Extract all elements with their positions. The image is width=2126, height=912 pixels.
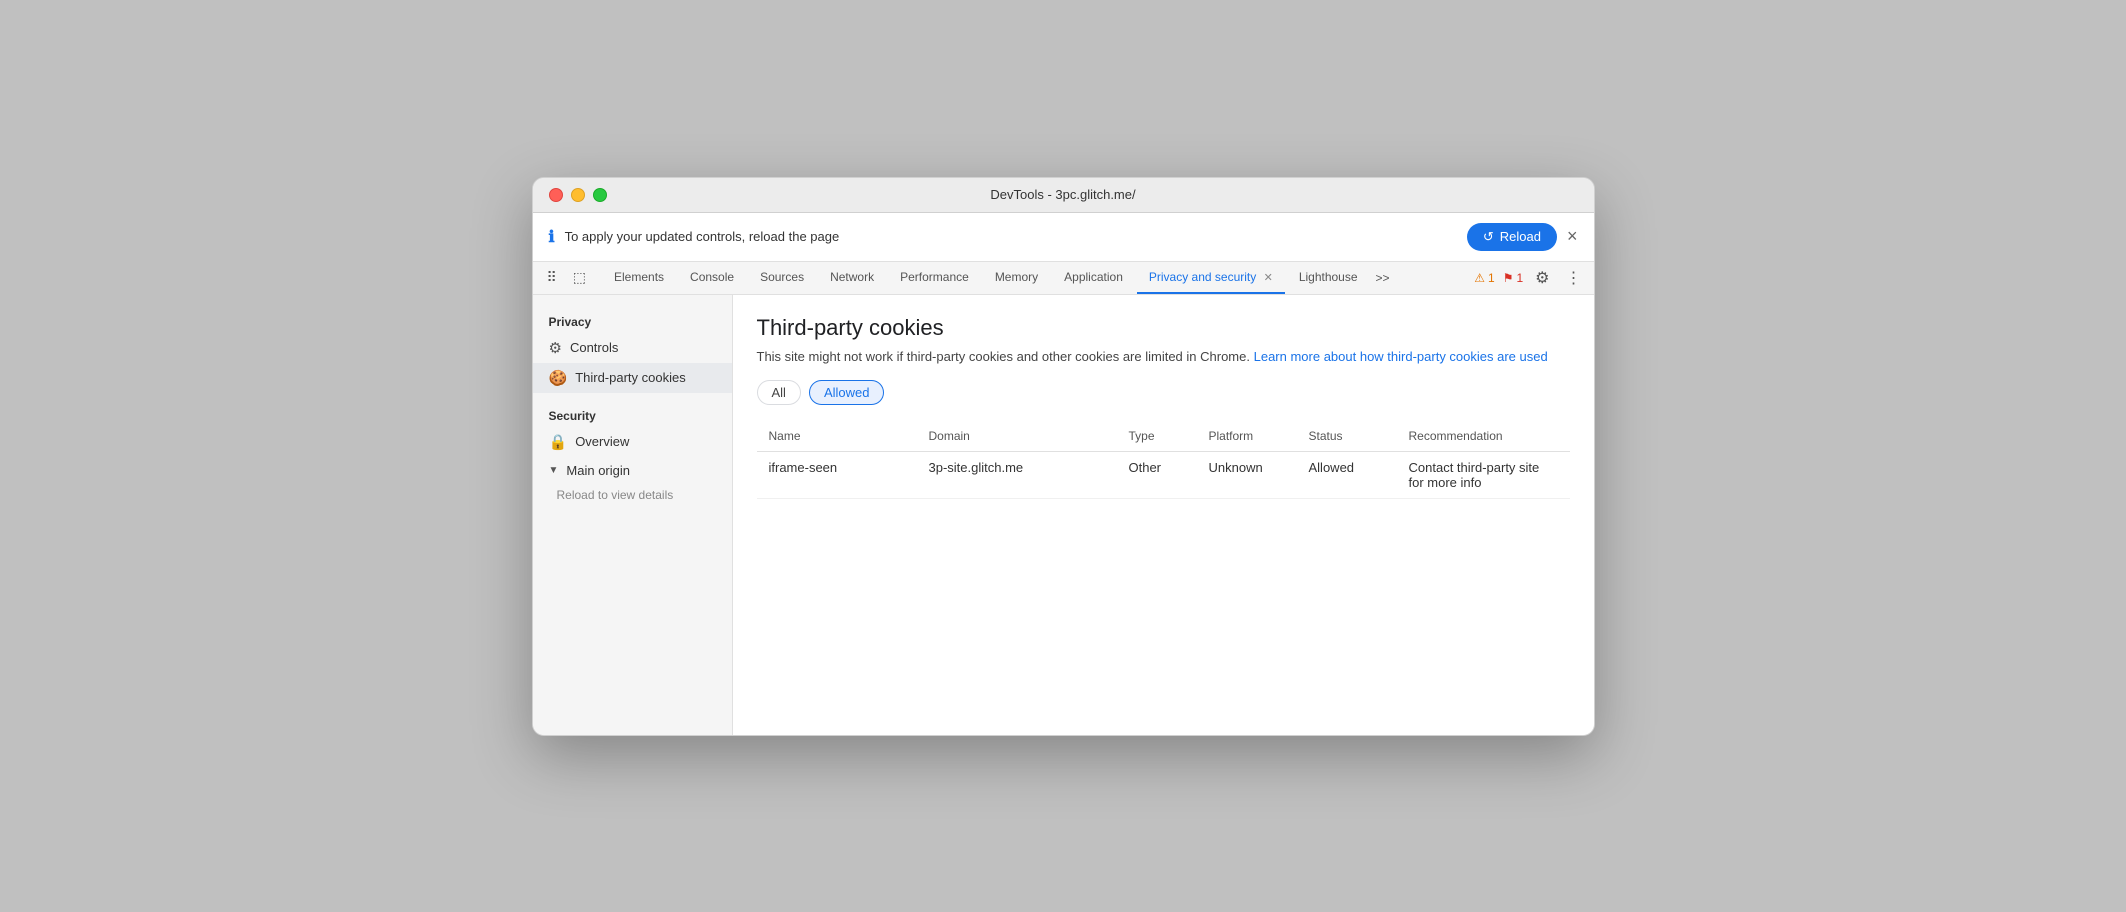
overview-label: Overview [575, 434, 629, 449]
reload-to-view-label: Reload to view details [557, 488, 674, 502]
info-icon: ℹ [549, 227, 555, 247]
fullscreen-button[interactable] [593, 188, 607, 202]
window-title: DevTools - 3pc.glitch.me/ [990, 187, 1135, 202]
cell-type: Other [1117, 451, 1197, 498]
tab-icons: ⠿ ⬚ [541, 263, 593, 292]
more-options-button[interactable]: ⋮ [1562, 264, 1586, 292]
expand-arrow-icon: ▼ [549, 465, 559, 476]
controls-icon: ⚙ [549, 339, 562, 357]
error-count: 1 [1516, 271, 1523, 285]
third-party-cookies-label: Third-party cookies [575, 370, 686, 385]
tab-bar-right: ⚠ 1 ⚑ 1 ⚙ ⋮ [1474, 264, 1585, 292]
sidebar-item-controls[interactable]: ⚙ Controls [533, 333, 732, 363]
col-header-status: Status [1297, 421, 1397, 452]
notification-text: To apply your updated controls, reload t… [565, 229, 1457, 244]
security-section-title: Security [533, 405, 732, 427]
main-origin-label: Main origin [566, 463, 630, 478]
notification-close-button[interactable]: × [1567, 226, 1578, 247]
col-header-type: Type [1117, 421, 1197, 452]
error-badge[interactable]: ⚑ 1 [1503, 271, 1523, 285]
main-layout: Privacy ⚙ Controls 🍪 Third-party cookies… [533, 295, 1594, 735]
cookies-table: Name Domain Type Platform Status Recomme… [757, 421, 1570, 499]
privacy-section-title: Privacy [533, 311, 732, 333]
settings-button[interactable]: ⚙ [1531, 264, 1553, 292]
tab-network[interactable]: Network [818, 262, 886, 294]
controls-label: Controls [570, 340, 618, 355]
filter-bar: All Allowed [757, 380, 1570, 405]
col-header-platform: Platform [1197, 421, 1297, 452]
minimize-button[interactable] [571, 188, 585, 202]
cell-platform: Unknown [1197, 451, 1297, 498]
sidebar: Privacy ⚙ Controls 🍪 Third-party cookies… [533, 295, 733, 735]
sidebar-item-overview[interactable]: 🔒 Overview [533, 427, 732, 457]
tab-console[interactable]: Console [678, 262, 746, 294]
cell-status: Allowed [1297, 451, 1397, 498]
content-area: Third-party cookies This site might not … [733, 295, 1594, 735]
tab-elements[interactable]: Elements [602, 262, 676, 294]
device-mode-icon[interactable]: ⬚ [567, 263, 592, 292]
warning-count: 1 [1488, 271, 1495, 285]
page-title: Third-party cookies [757, 315, 1570, 341]
filter-allowed-button[interactable]: Allowed [809, 380, 885, 405]
tab-close-icon[interactable]: ✕ [1264, 271, 1273, 284]
traffic-lights [549, 188, 607, 202]
col-header-name: Name [757, 421, 917, 452]
table-row[interactable]: iframe-seen 3p-site.glitch.me Other Unkn… [757, 451, 1570, 498]
lock-icon: 🔒 [549, 433, 568, 451]
tab-application[interactable]: Application [1052, 262, 1135, 294]
col-header-recommendation: Recommendation [1397, 421, 1570, 452]
close-button[interactable] [549, 188, 563, 202]
sidebar-item-third-party-cookies[interactable]: 🍪 Third-party cookies [533, 363, 732, 393]
tab-lighthouse[interactable]: Lighthouse [1287, 262, 1370, 294]
filter-all-button[interactable]: All [757, 380, 801, 405]
cell-domain: 3p-site.glitch.me [917, 451, 1117, 498]
cell-name: iframe-seen [757, 451, 917, 498]
description-text: This site might not work if third-party … [757, 349, 1250, 364]
tab-performance[interactable]: Performance [888, 262, 981, 294]
notification-bar: ℹ To apply your updated controls, reload… [533, 213, 1594, 262]
sidebar-item-main-origin[interactable]: ▼ Main origin [533, 457, 732, 484]
warning-icon: ⚠ [1474, 271, 1485, 285]
title-bar: DevTools - 3pc.glitch.me/ [533, 178, 1594, 213]
content-description: This site might not work if third-party … [757, 349, 1570, 364]
cookies-icon: 🍪 [549, 369, 568, 387]
tab-privacy-security-label: Privacy and security [1149, 270, 1256, 284]
cell-recommendation: Contact third-party site for more info [1397, 451, 1570, 498]
element-picker-icon[interactable]: ⠿ [541, 263, 563, 292]
tab-memory[interactable]: Memory [983, 262, 1050, 294]
reload-label: Reload [1500, 229, 1541, 244]
tab-sources[interactable]: Sources [748, 262, 816, 294]
tab-bar: ⠿ ⬚ Elements Console Sources Network Per… [533, 262, 1594, 295]
col-header-domain: Domain [917, 421, 1117, 452]
flag-icon: ⚑ [1503, 271, 1514, 285]
learn-more-link[interactable]: Learn more about how third-party cookies… [1254, 349, 1548, 364]
reload-icon: ↺ [1483, 229, 1494, 245]
devtools-window: DevTools - 3pc.glitch.me/ ℹ To apply you… [532, 177, 1595, 736]
more-tabs-button[interactable]: >> [1372, 263, 1394, 293]
sidebar-sub-item-reload: Reload to view details [533, 484, 732, 506]
reload-button[interactable]: ↺ Reload [1467, 223, 1557, 251]
tab-privacy-security[interactable]: Privacy and security ✕ [1137, 262, 1285, 294]
warning-badge[interactable]: ⚠ 1 [1474, 271, 1494, 285]
